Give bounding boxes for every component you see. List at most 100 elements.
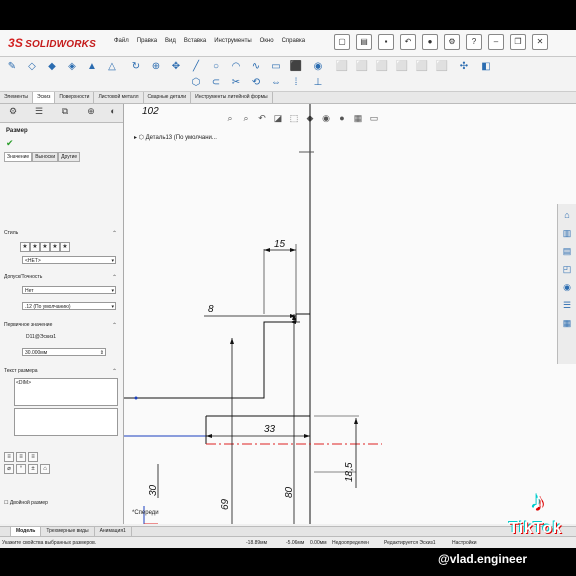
feature-manager-icon[interactable]: ⚙	[4, 106, 22, 120]
property-manager-icon[interactable]: ☰	[30, 106, 48, 120]
subtab-value[interactable]: Значение	[4, 152, 33, 162]
tab-features[interactable]: Элементы	[0, 92, 33, 103]
view-bottom-icon[interactable]: ⬜	[434, 59, 450, 75]
smart-dimension-icon[interactable]: ◇	[24, 59, 40, 75]
style-section[interactable]: Стиль ⌃	[4, 230, 117, 237]
sketch-point[interactable]	[134, 396, 138, 400]
view-back-icon[interactable]: ⬜	[414, 59, 430, 75]
menu-file[interactable]: Файл	[114, 38, 129, 44]
style-apply-icon[interactable]: ★	[20, 242, 30, 252]
trim-icon[interactable]: ✂	[228, 75, 244, 91]
collapse-icon[interactable]: ⌃	[112, 368, 117, 375]
rebuild-icon[interactable]: ●	[422, 34, 438, 50]
sketch-canvas[interactable]: 102 15 8 33 69 80 18,5 30 *Спереди	[124, 104, 576, 524]
tab-weldments[interactable]: Сварные детали	[144, 92, 192, 103]
relations-icon[interactable]: ⊥	[310, 75, 326, 91]
restore-icon[interactable]: ❐	[510, 34, 526, 50]
view-right-icon[interactable]: ⬜	[374, 59, 390, 75]
pattern-icon[interactable]: ⁞	[288, 75, 304, 91]
loft-icon[interactable]: △	[104, 59, 120, 75]
menu-insert[interactable]: Вставка	[184, 38, 206, 44]
dim-30[interactable]: 30	[148, 484, 159, 496]
polygon-icon[interactable]: ⬡	[188, 75, 204, 91]
design-library-icon[interactable]: ▥	[560, 226, 574, 240]
tolerance-select[interactable]: Нет ▾	[22, 286, 116, 294]
mirror-icon[interactable]: ⇔	[268, 75, 284, 91]
slot-icon[interactable]: ⊂	[208, 75, 224, 91]
sketch-icon[interactable]: ✎	[4, 59, 20, 75]
dim-33[interactable]: 33	[264, 424, 276, 435]
collapse-icon[interactable]: ⌃	[112, 274, 117, 281]
dim-69[interactable]: 69	[220, 498, 231, 510]
help-icon[interactable]: ?	[466, 34, 482, 50]
style-load-icon[interactable]: ★	[60, 242, 70, 252]
status-settings[interactable]: Настройки	[452, 540, 477, 546]
menu-window[interactable]: Окно	[260, 38, 274, 44]
menu-edit[interactable]: Правка	[137, 38, 157, 44]
file-explorer-icon[interactable]: ▤	[560, 244, 574, 258]
minimize-icon[interactable]: –	[488, 34, 504, 50]
subtab-other[interactable]: Другие	[58, 152, 81, 162]
ok-icon[interactable]: ✔	[6, 138, 14, 149]
view-top-icon[interactable]: ⬜	[354, 59, 370, 75]
dimxpert-icon[interactable]: ⊕	[82, 106, 100, 120]
dim-18-5[interactable]: 18,5	[344, 462, 355, 482]
menu-help[interactable]: Справка	[282, 38, 306, 44]
align-left-icon[interactable]: ≡	[4, 452, 14, 462]
dim-102[interactable]: 102	[142, 106, 159, 117]
cube-icon[interactable]: ⬛	[288, 59, 304, 75]
align-center-icon[interactable]: ≡	[16, 452, 26, 462]
dimension-text-lower-field[interactable]	[14, 408, 118, 436]
dim-8[interactable]: 8	[208, 304, 214, 315]
rotate-icon[interactable]: ↻	[128, 59, 144, 75]
tab-surfaces[interactable]: Поверхности	[55, 92, 95, 103]
degree-icon[interactable]: °	[16, 464, 26, 474]
line-icon[interactable]: ╱	[188, 59, 204, 75]
tab-model[interactable]: Модель	[11, 527, 42, 536]
sweep-icon[interactable]: ▲	[84, 59, 100, 75]
graphics-area[interactable]: ⌕ ⌕ ↶ ◪ ⬚ ◆ ◉ ● ▦ ▭ ▸ ⬡ Деталь13 (По умо…	[124, 104, 576, 524]
style-add-icon[interactable]: ★	[30, 242, 40, 252]
arc-icon[interactable]: ◠	[228, 59, 244, 75]
close-icon[interactable]: ✕	[532, 34, 548, 50]
display-manager-icon[interactable]: ◐	[104, 106, 122, 120]
undo-icon[interactable]: ↶	[400, 34, 416, 50]
primary-value-section[interactable]: Первичное значение ⌃	[4, 322, 117, 329]
primary-value-input[interactable]: 30.000мм ⇕	[22, 348, 106, 356]
tab-nav[interactable]	[0, 527, 11, 536]
tab-3d-views[interactable]: Трехмерные виды	[41, 527, 95, 536]
subtab-leaders[interactable]: Выноски	[32, 152, 59, 162]
tolerance-section[interactable]: Допуск/Точность ⌃	[4, 274, 117, 281]
diameter-icon[interactable]: ⌀	[4, 464, 14, 474]
view-iso-icon[interactable]: ⬜	[394, 59, 410, 75]
spline-icon[interactable]: ∿	[248, 59, 264, 75]
tools-icon[interactable]: ▦	[560, 316, 574, 330]
rectangle-icon[interactable]: ▭	[268, 59, 284, 75]
spin-icon[interactable]: ⇕	[100, 349, 104, 357]
open-icon[interactable]: ▤	[356, 34, 372, 50]
sketch-profile[interactable]	[138, 313, 310, 399]
solidworks-resources-icon[interactable]: ⌂	[560, 208, 574, 222]
dim-80[interactable]: 80	[284, 486, 295, 498]
tab-sheet-metal[interactable]: Листовой металл	[94, 92, 144, 103]
options-icon[interactable]: ⚙	[444, 34, 460, 50]
new-document-icon[interactable]: ▢	[334, 34, 350, 50]
pan-icon[interactable]: ✥	[168, 59, 184, 75]
style-select[interactable]: <НЕТ> ▾	[22, 256, 116, 264]
move-icon[interactable]: ✣	[456, 59, 472, 75]
plus-minus-icon[interactable]: ±	[28, 464, 38, 474]
revolve-icon[interactable]: ◈	[64, 59, 80, 75]
dual-dimension-option[interactable]: ☐ Двойной размер	[4, 500, 48, 506]
zoom-icon[interactable]: ⊕	[148, 59, 164, 75]
offset-icon[interactable]: ⟲	[248, 75, 264, 91]
view-icon[interactable]: ◉	[310, 59, 326, 75]
save-icon[interactable]: ▪	[378, 34, 394, 50]
dimension-text-field[interactable]: <DIM>	[14, 378, 118, 406]
tab-mold-tools[interactable]: Инструменты литейной формы	[191, 92, 273, 103]
precision-select[interactable]: .12 (По умолчанию) ▾	[22, 302, 116, 310]
style-update-icon[interactable]: ★	[40, 242, 50, 252]
circle-icon[interactable]: ○	[208, 59, 224, 75]
collapse-icon[interactable]: ⌃	[112, 230, 117, 237]
dimension-text-section[interactable]: Текст размера ⌃	[4, 368, 117, 375]
collapse-icon[interactable]: ⌃	[112, 322, 117, 329]
